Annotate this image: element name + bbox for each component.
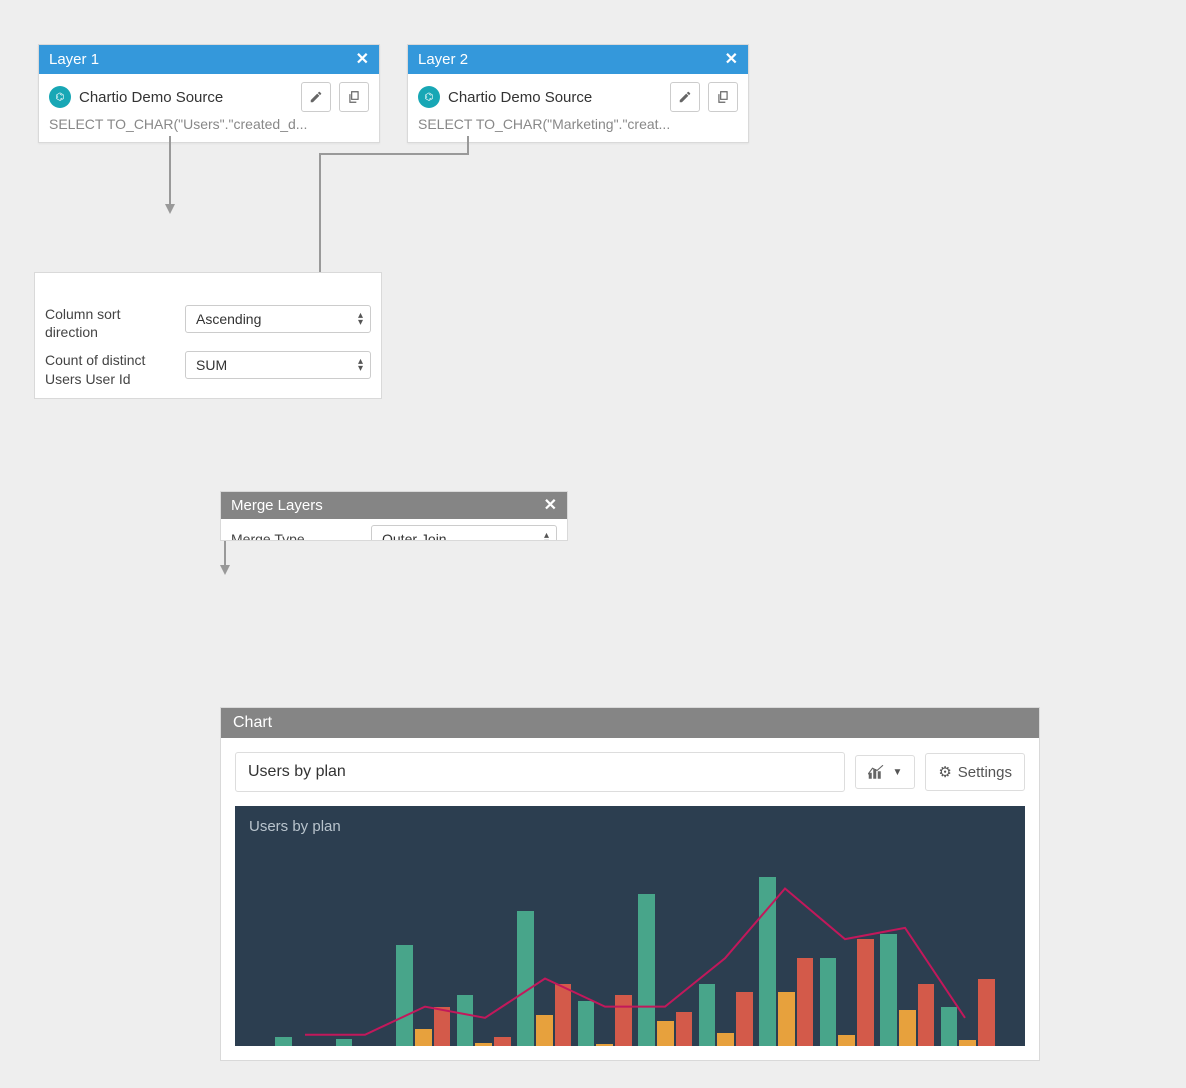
layer-1-source: Chartio Demo Source [79, 89, 293, 106]
gear-icon: ⚙ [938, 763, 951, 781]
settings-button[interactable]: ⚙ Settings [925, 753, 1025, 791]
layer-1-sql: SELECT TO_CHAR("Users"."created_d... [49, 116, 369, 132]
edit-button[interactable] [301, 82, 331, 112]
chart-area: Users by plan [235, 806, 1025, 1046]
chart-type-dropdown[interactable]: ▼ [855, 755, 915, 789]
layer-2-title: Layer 2 [418, 51, 468, 68]
sort-direction-label: Column sort direction [45, 305, 175, 341]
connector-arrow [215, 541, 235, 577]
merge-title: Merge Layers [231, 497, 323, 514]
layer-1-card: Layer 1 ✕ ⌬ Chartio Demo Source SELECT T… [38, 44, 380, 143]
datasource-icon: ⌬ [49, 86, 71, 108]
copy-icon [347, 90, 361, 104]
layer-2-sql: SELECT TO_CHAR("Marketing"."creat... [418, 116, 738, 132]
merge-layers-card: Merge Layers ✕ Merge Type Outer Join ▴▾ [220, 491, 568, 541]
merge-type-select[interactable]: Outer Join [371, 525, 557, 541]
layer-2-source: Chartio Demo Source [448, 89, 662, 106]
chart-inner-title: Users by plan [235, 806, 1025, 847]
layer-1-title: Layer 1 [49, 51, 99, 68]
merge-type-label: Merge Type [231, 530, 361, 541]
transform-card: Column sort direction Ascending ▴▾ Count… [34, 272, 382, 399]
caret-down-icon: ▼ [892, 767, 902, 778]
close-icon[interactable]: ✕ [356, 52, 369, 68]
datasource-icon: ⌬ [418, 86, 440, 108]
chart-panel-title: Chart [221, 708, 1039, 738]
chart-title-input[interactable] [235, 752, 845, 792]
close-icon[interactable]: ✕ [725, 52, 738, 68]
connector-arrow [160, 136, 180, 216]
chart-panel: Chart ▼ ⚙ Settings Users by plan [220, 707, 1040, 1061]
aggregate-select[interactable]: SUM [185, 351, 371, 379]
pencil-icon [678, 90, 692, 104]
bar-chart-icon [868, 765, 886, 779]
duplicate-button[interactable] [339, 82, 369, 112]
close-icon[interactable]: ✕ [544, 498, 557, 514]
merge-header: Merge Layers ✕ [221, 492, 567, 519]
aggregate-label: Count of distinct Users User Id [45, 351, 175, 387]
layer-2-card: Layer 2 ✕ ⌬ Chartio Demo Source SELECT T… [407, 44, 749, 143]
sort-direction-select[interactable]: Ascending [185, 305, 371, 333]
settings-label: Settings [958, 764, 1012, 781]
layer-2-header: Layer 2 ✕ [408, 45, 748, 74]
duplicate-button[interactable] [708, 82, 738, 112]
layer-1-header: Layer 1 ✕ [39, 45, 379, 74]
copy-icon [716, 90, 730, 104]
chart-bars [275, 866, 995, 1046]
edit-button[interactable] [670, 82, 700, 112]
connector-arrow [318, 136, 478, 276]
pencil-icon [309, 90, 323, 104]
